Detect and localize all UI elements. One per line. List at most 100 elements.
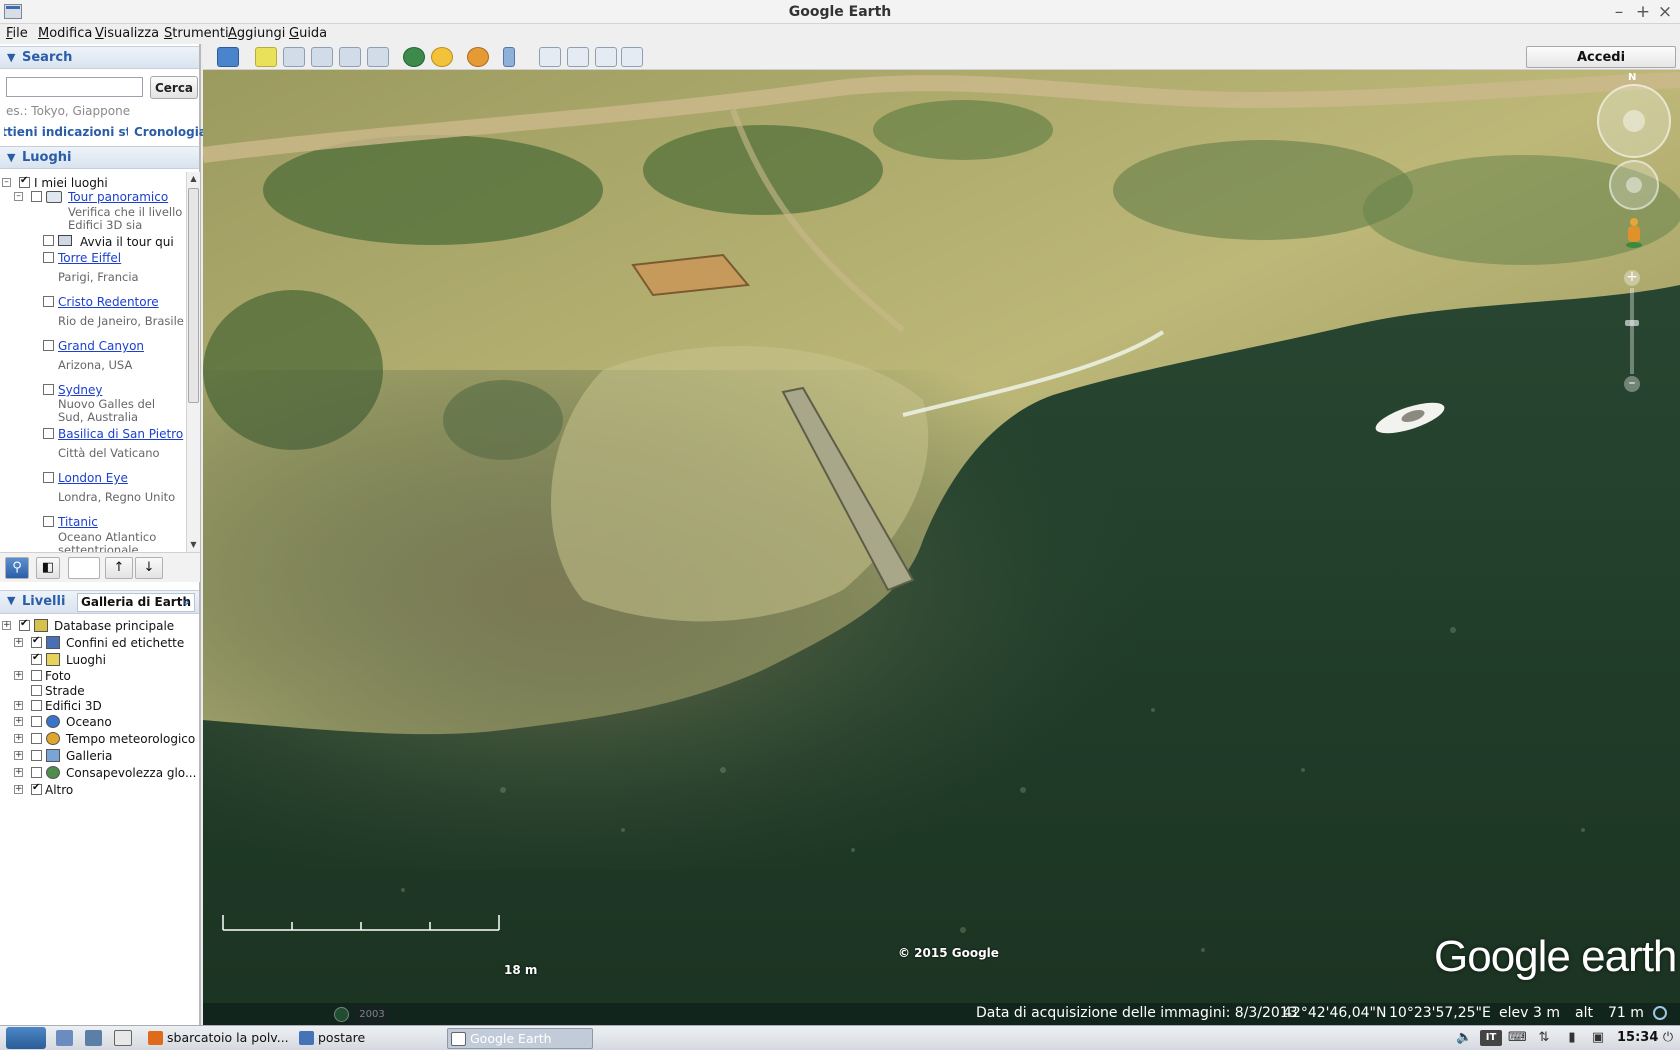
collapse-expander-icon[interactable]: – xyxy=(14,192,23,201)
zoom-slider[interactable] xyxy=(1630,288,1634,374)
look-compass-ring[interactable] xyxy=(1597,84,1671,158)
historical-imagery-icon[interactable] xyxy=(403,47,425,67)
scroll-down-arrow-icon[interactable]: ▼ xyxy=(187,538,200,551)
expand-expander-icon[interactable]: + xyxy=(14,671,23,680)
place-link[interactable]: Cristo Redentore xyxy=(58,295,159,309)
power-icon[interactable]: ⏻ xyxy=(1660,1030,1676,1046)
place-link[interactable]: Titanic xyxy=(58,515,98,529)
keyboard-layout-indicator[interactable]: IT xyxy=(1480,1030,1502,1046)
layer-checkbox[interactable] xyxy=(31,685,42,696)
add-placemark-icon[interactable] xyxy=(255,47,277,67)
directions-link[interactable]: Ottieni indicazioni stradali xyxy=(4,125,128,139)
checkbox[interactable] xyxy=(43,340,54,351)
move-up-arrow-icon[interactable]: ↑ xyxy=(105,557,133,579)
keyboard-icon[interactable]: ⌨ xyxy=(1508,1030,1527,1046)
checkbox[interactable] xyxy=(43,472,54,483)
add-path-icon[interactable] xyxy=(311,47,333,67)
add-polygon-icon[interactable] xyxy=(283,47,305,67)
expand-expander-icon[interactable]: + xyxy=(14,638,23,647)
layer-checkbox[interactable] xyxy=(31,750,42,761)
search-places-icon[interactable]: ⚲ xyxy=(5,557,29,579)
expand-expander-icon[interactable]: + xyxy=(14,717,23,726)
network-icon[interactable]: ⇅ xyxy=(1536,1030,1552,1046)
add-overlay-icon[interactable] xyxy=(339,47,361,67)
email-icon[interactable] xyxy=(539,47,561,67)
layer-checkbox[interactable] xyxy=(31,716,42,727)
places-panel-header[interactable]: ▼ Luoghi xyxy=(0,146,199,169)
settings-icon[interactable] xyxy=(85,1030,102,1046)
layer-label[interactable]: Strade xyxy=(45,684,85,698)
clock[interactable]: 15:34 xyxy=(1617,1030,1658,1045)
layer-label[interactable]: Edifici 3D xyxy=(45,699,102,713)
volume-icon[interactable]: 🔈 xyxy=(1456,1030,1472,1046)
zoom-in-icon[interactable]: + xyxy=(1624,270,1640,286)
menu-file[interactable]: File xyxy=(6,26,28,41)
place-link[interactable]: Torre Eiffel xyxy=(58,251,121,265)
print-icon[interactable] xyxy=(567,47,589,67)
show-desktop-icon[interactable] xyxy=(114,1030,132,1046)
layer-label[interactable]: Consapevolezza glo... xyxy=(66,766,196,780)
expand-expander-icon[interactable]: + xyxy=(2,621,11,630)
zoom-slider-thumb[interactable] xyxy=(1625,320,1639,326)
taskbar-item-google-earth[interactable]: Google Earth xyxy=(447,1028,593,1049)
layer-label[interactable]: Galleria xyxy=(66,749,112,763)
directions-link-label[interactable]: Ottieni indicazioni stradali xyxy=(4,125,128,139)
move-joystick[interactable] xyxy=(1609,160,1659,210)
expand-expander-icon[interactable]: + xyxy=(14,751,23,760)
collapse-expander-icon[interactable]: – xyxy=(2,178,11,187)
layer-label[interactable]: Confini ed etichette xyxy=(66,636,184,650)
checkbox[interactable] xyxy=(43,296,54,307)
start-menu-icon[interactable] xyxy=(6,1027,46,1049)
collapse-triangle-icon[interactable]: ▼ xyxy=(7,147,15,168)
sidebar-toggle-icon[interactable]: ◧ xyxy=(36,557,60,579)
layer-checkbox[interactable] xyxy=(19,618,30,631)
menu-modifica[interactable]: Modifica xyxy=(38,26,92,41)
expand-expander-icon[interactable]: + xyxy=(14,785,23,794)
maximize-button[interactable]: + xyxy=(1632,1,1654,23)
ruler-icon[interactable] xyxy=(503,47,515,67)
sidebar-toggle-icon[interactable] xyxy=(217,47,239,67)
menu-aggiungi[interactable]: Aggiungi xyxy=(228,26,285,41)
display-icon[interactable]: ▣ xyxy=(1590,1030,1606,1046)
layer-checkbox[interactable] xyxy=(31,635,42,648)
zoom-out-icon[interactable]: – xyxy=(1624,376,1640,392)
place-link[interactable]: Sydney xyxy=(58,383,102,397)
layer-label[interactable]: Tempo meteorologico xyxy=(66,732,195,746)
expand-expander-icon[interactable]: + xyxy=(14,701,23,710)
menu-guida[interactable]: Guida xyxy=(289,26,327,41)
hand-icon[interactable] xyxy=(1626,177,1642,193)
satellite-imagery[interactable] xyxy=(203,70,1680,1025)
menu-visualizza[interactable]: Visualizza xyxy=(95,26,159,41)
layer-label[interactable]: Foto xyxy=(45,669,71,683)
layer-checkbox[interactable] xyxy=(31,670,42,681)
collapse-triangle-icon[interactable]: ▼ xyxy=(7,594,15,607)
eye-icon[interactable] xyxy=(1623,110,1645,132)
layer-checkbox[interactable] xyxy=(31,782,42,795)
expand-expander-icon[interactable]: + xyxy=(14,768,23,777)
place-link[interactable]: London Eye xyxy=(58,471,128,485)
checkbox[interactable] xyxy=(43,516,54,527)
checkbox[interactable] xyxy=(19,175,30,188)
collapse-triangle-icon[interactable]: ▼ xyxy=(7,47,15,68)
search-button[interactable]: Cerca xyxy=(150,76,198,99)
chevron-right-icon[interactable]: » xyxy=(182,594,190,611)
move-down-arrow-icon[interactable]: ↓ xyxy=(135,557,163,579)
sign-in-button[interactable]: Accedi xyxy=(1526,46,1676,68)
checkbox[interactable] xyxy=(43,252,54,263)
layer-checkbox[interactable] xyxy=(31,652,42,665)
checkbox[interactable] xyxy=(43,235,54,246)
layer-checkbox[interactable] xyxy=(31,733,42,744)
search-panel-header[interactable]: ▼ Search xyxy=(0,46,199,69)
expand-expander-icon[interactable]: + xyxy=(14,734,23,743)
places-filter-input[interactable] xyxy=(68,557,100,579)
close-button[interactable]: × xyxy=(1654,1,1676,23)
minimize-button[interactable]: – xyxy=(1608,1,1630,23)
start-tour-item[interactable]: Avvia il tour qui xyxy=(80,235,174,249)
history-link[interactable]: Cronologia xyxy=(134,125,207,139)
place-link[interactable]: Basilica di San Pietro xyxy=(58,427,183,441)
places-scrollbar[interactable]: ▲ ▼ xyxy=(186,172,200,552)
save-image-icon[interactable] xyxy=(621,47,643,67)
layer-label[interactable]: Oceano xyxy=(66,715,112,729)
checkbox[interactable] xyxy=(43,428,54,439)
scroll-up-arrow-icon[interactable]: ▲ xyxy=(187,172,200,185)
